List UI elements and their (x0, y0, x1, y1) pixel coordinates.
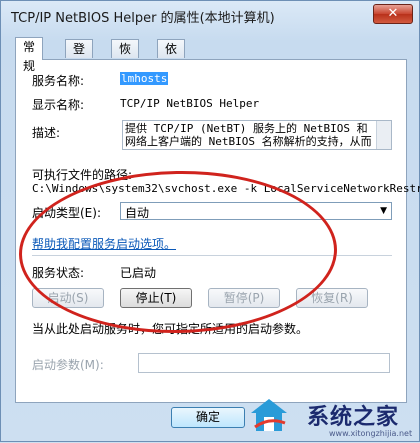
start-params-label: 启动参数(M): (32, 358, 104, 372)
display-name-label: 显示名称: (32, 98, 85, 112)
chevron-down-icon: ▼ (380, 206, 387, 216)
watermark-url: www.xitongzhijia.net (329, 429, 413, 438)
tab-recovery[interactable]: 恢复 (111, 39, 140, 75)
ok-button[interactable]: 确定 (171, 407, 245, 428)
description-box[interactable]: 提供 TCP/IP (NetBT) 服务上的 NetBIOS 和网络上客户端的 … (122, 120, 392, 150)
service-name-label: 服务名称: (32, 74, 85, 88)
tab-dependencies[interactable]: 依存关系 (157, 39, 186, 113)
close-icon: ✕ (387, 6, 399, 21)
close-button[interactable]: ✕ (373, 4, 413, 24)
watermark-text: 系统之家 (307, 405, 400, 430)
description-value: 提供 TCP/IP (NetBT) 服务上的 NetBIOS 和网络上客户端的 … (125, 122, 372, 148)
properties-window: TCP/IP NetBIOS Helper 的属性(本地计算机) ✕ 常规 登录… (0, 0, 420, 442)
service-name-value[interactable]: lmhosts (120, 72, 169, 85)
window-title: TCP/IP NetBIOS Helper 的属性(本地计算机) (11, 11, 275, 26)
site-watermark: 系统之家 www.xitongzhijia.net (245, 391, 420, 443)
start-params-input[interactable] (138, 353, 390, 373)
tab-logon[interactable]: 登录 (65, 39, 94, 75)
house-logo-icon (251, 399, 287, 431)
tab-general[interactable]: 常规 (15, 37, 44, 73)
description-scrollbar[interactable] (376, 121, 391, 149)
display-name-value[interactable]: TCP/IP NetBIOS Helper (120, 97, 259, 110)
title-bar[interactable]: TCP/IP NetBIOS Helper 的属性(本地计算机) ✕ (1, 1, 419, 29)
description-label: 描述: (32, 126, 61, 140)
